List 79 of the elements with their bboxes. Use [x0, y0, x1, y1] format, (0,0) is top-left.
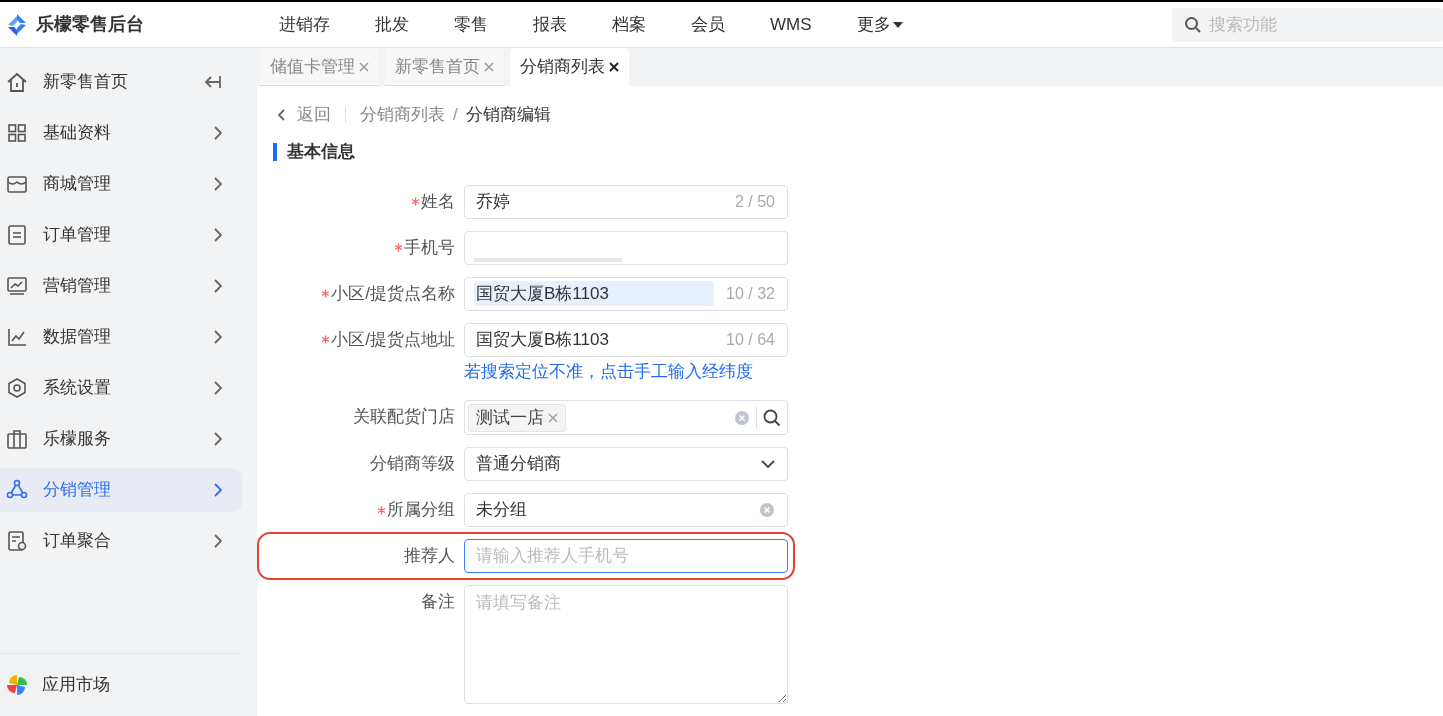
sidebar-item[interactable]: 订单聚合: [0, 519, 242, 563]
sidebar-item[interactable]: 商城管理: [0, 162, 242, 206]
chevron-right-icon: [214, 279, 222, 293]
network-icon: [6, 479, 28, 501]
field-label: 所属分组: [387, 499, 455, 522]
list-icon: [6, 224, 28, 246]
back-link[interactable]: 返回: [297, 101, 331, 128]
clear-icon[interactable]: [734, 409, 750, 426]
text-input[interactable]: 国贸大厦B栋1103 10 / 64: [464, 322, 788, 357]
chevron-right-icon: [214, 483, 222, 497]
gear-icon: [6, 377, 28, 399]
search-icon[interactable]: [763, 408, 781, 427]
sidebar-item[interactable]: 订单管理: [0, 213, 242, 257]
nav-item[interactable]: 零售: [432, 1, 510, 48]
breadcrumb-separator: /: [453, 103, 458, 126]
tab[interactable]: 分销商列表: [510, 48, 629, 86]
briefcase-icon: [6, 428, 28, 450]
sidebar-item[interactable]: 基础资料: [0, 111, 242, 155]
search-field[interactable]: 搜索功能: [1172, 7, 1443, 42]
chevron-right-icon: [214, 126, 222, 140]
chevron-down-icon: [761, 460, 775, 468]
close-icon[interactable]: [609, 62, 619, 72]
nav-item[interactable]: 报表: [511, 1, 589, 48]
tag: 测试一店: [468, 403, 566, 432]
nav-item[interactable]: 进销存: [257, 1, 352, 48]
field-label: 备注: [421, 591, 455, 614]
sidebar-item[interactable]: 应用市场: [0, 654, 257, 716]
logo-icon: [6, 12, 28, 37]
chevron-right-icon: [214, 534, 222, 548]
char-counter: 10 / 32: [726, 283, 775, 304]
caret-icon: [892, 21, 903, 28]
field-label: 小区/提货点名称: [331, 282, 455, 305]
chevron-right-icon: [214, 432, 222, 446]
collapse-icon: [204, 75, 222, 89]
field-label: 姓名: [421, 190, 455, 213]
breadcrumb-link[interactable]: 分销商列表: [360, 101, 445, 128]
sidebar-item[interactable]: 数据管理: [0, 315, 242, 359]
clear-icon[interactable]: [759, 502, 775, 518]
nav-item[interactable]: 批发: [353, 1, 431, 48]
search-icon: [1184, 15, 1202, 34]
select-field[interactable]: 普通分销商: [464, 447, 788, 481]
field-label: 推荐人: [404, 545, 455, 568]
char-counter: 10 / 64: [726, 329, 775, 350]
sidebar-item[interactable]: 系统设置: [0, 366, 242, 410]
app-title: 乐檬零售后台: [36, 13, 144, 36]
monitor-chart-icon: [6, 275, 28, 297]
nav-item[interactable]: 档案: [590, 1, 668, 48]
sidebar-item[interactable]: 新零售首页: [0, 60, 242, 104]
app-market-icon: [6, 674, 28, 696]
nav-item[interactable]: 会员: [669, 1, 747, 48]
section-title: 基本信息: [287, 141, 355, 163]
grid-icon: [6, 122, 28, 144]
select-field[interactable]: 未分组: [464, 493, 788, 527]
sidebar-item[interactable]: 分销管理: [0, 468, 242, 512]
text-input[interactable]: 请输入推荐人手机号: [464, 539, 788, 573]
textarea-field[interactable]: 请填写备注: [464, 585, 788, 704]
sidebar-item[interactable]: 营销管理: [0, 264, 242, 308]
field-label: 关联配货门店: [353, 406, 455, 429]
chevron-right-icon: [214, 381, 222, 395]
hint-link[interactable]: 若搜索定位不准，点击手工输入经纬度: [464, 358, 753, 384]
char-counter: 2 / 50: [734, 191, 775, 212]
chevron-right-icon: [214, 330, 222, 344]
text-input[interactable]: 乔婷 2 / 50: [464, 184, 788, 219]
document-icon: [6, 530, 28, 552]
field-label: 分销商等级: [370, 453, 455, 476]
breadcrumb-current: 分销商编辑: [465, 103, 551, 126]
store-icon: [6, 173, 28, 195]
chevron-right-icon: [214, 228, 222, 242]
nav-item[interactable]: 更多: [834, 1, 925, 48]
field-label: 小区/提货点地址: [331, 328, 455, 351]
store-picker[interactable]: 测试一店: [464, 400, 788, 435]
home-icon: [6, 71, 28, 93]
chevron-right-icon: [214, 177, 222, 191]
sidebar-item[interactable]: 乐檬服务: [0, 417, 242, 461]
section-marker: [273, 142, 277, 161]
text-input[interactable]: 国贸大厦B栋1103 10 / 32: [464, 276, 788, 311]
field-label: 手机号: [404, 236, 455, 259]
nav-item[interactable]: WMS: [748, 1, 834, 48]
line-chart-icon: [6, 326, 28, 348]
